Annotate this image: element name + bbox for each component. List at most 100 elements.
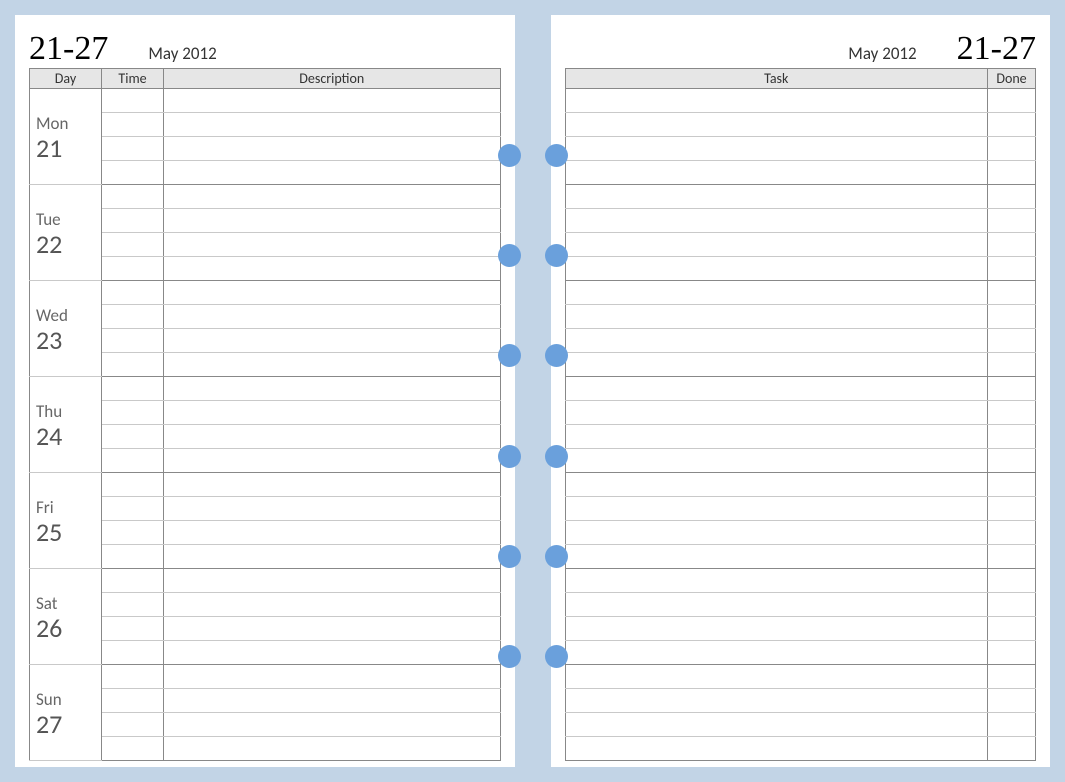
task-row[interactable] <box>565 737 1036 761</box>
time-cell[interactable] <box>102 713 164 737</box>
time-cell[interactable] <box>102 233 164 257</box>
time-cell[interactable] <box>102 305 164 329</box>
done-cell[interactable] <box>988 449 1036 473</box>
task-cell[interactable] <box>565 569 988 593</box>
done-cell[interactable] <box>988 713 1036 737</box>
description-cell[interactable] <box>164 329 501 353</box>
task-cell[interactable] <box>565 281 988 305</box>
task-cell[interactable] <box>565 353 988 377</box>
time-cell[interactable] <box>102 401 164 425</box>
schedule-row[interactable]: Wed23 <box>30 281 501 305</box>
task-cell[interactable] <box>565 257 988 281</box>
task-row[interactable] <box>565 281 1036 305</box>
time-cell[interactable] <box>102 425 164 449</box>
done-cell[interactable] <box>988 545 1036 569</box>
task-row[interactable] <box>565 641 1036 665</box>
time-cell[interactable] <box>102 617 164 641</box>
time-cell[interactable] <box>102 185 164 209</box>
description-cell[interactable] <box>164 137 501 161</box>
description-cell[interactable] <box>164 281 501 305</box>
time-cell[interactable] <box>102 257 164 281</box>
done-cell[interactable] <box>988 641 1036 665</box>
description-cell[interactable] <box>164 665 501 689</box>
done-cell[interactable] <box>988 401 1036 425</box>
task-cell[interactable] <box>565 209 988 233</box>
task-row[interactable] <box>565 689 1036 713</box>
task-row[interactable] <box>565 425 1036 449</box>
done-cell[interactable] <box>988 113 1036 137</box>
time-cell[interactable] <box>102 665 164 689</box>
time-cell[interactable] <box>102 473 164 497</box>
task-cell[interactable] <box>565 329 988 353</box>
done-cell[interactable] <box>988 305 1036 329</box>
done-cell[interactable] <box>988 209 1036 233</box>
description-cell[interactable] <box>164 641 501 665</box>
description-cell[interactable] <box>164 233 501 257</box>
done-cell[interactable] <box>988 137 1036 161</box>
task-cell[interactable] <box>565 449 988 473</box>
description-cell[interactable] <box>164 305 501 329</box>
schedule-row[interactable]: Fri25 <box>30 473 501 497</box>
task-row[interactable] <box>565 353 1036 377</box>
description-cell[interactable] <box>164 257 501 281</box>
done-cell[interactable] <box>988 161 1036 185</box>
task-row[interactable] <box>565 209 1036 233</box>
time-cell[interactable] <box>102 521 164 545</box>
done-cell[interactable] <box>988 473 1036 497</box>
task-row[interactable] <box>565 89 1036 113</box>
task-cell[interactable] <box>565 737 988 761</box>
task-row[interactable] <box>565 329 1036 353</box>
task-row[interactable] <box>565 113 1036 137</box>
time-cell[interactable] <box>102 89 164 113</box>
done-cell[interactable] <box>988 185 1036 209</box>
task-row[interactable] <box>565 161 1036 185</box>
description-cell[interactable] <box>164 377 501 401</box>
done-cell[interactable] <box>988 377 1036 401</box>
task-row[interactable] <box>565 449 1036 473</box>
time-cell[interactable] <box>102 593 164 617</box>
done-cell[interactable] <box>988 665 1036 689</box>
done-cell[interactable] <box>988 737 1036 761</box>
done-cell[interactable] <box>988 89 1036 113</box>
task-cell[interactable] <box>565 545 988 569</box>
description-cell[interactable] <box>164 113 501 137</box>
time-cell[interactable] <box>102 281 164 305</box>
done-cell[interactable] <box>988 353 1036 377</box>
task-row[interactable] <box>565 377 1036 401</box>
task-row[interactable] <box>565 137 1036 161</box>
description-cell[interactable] <box>164 569 501 593</box>
task-row[interactable] <box>565 305 1036 329</box>
time-cell[interactable] <box>102 137 164 161</box>
description-cell[interactable] <box>164 449 501 473</box>
description-cell[interactable] <box>164 89 501 113</box>
task-row[interactable] <box>565 257 1036 281</box>
task-row[interactable] <box>565 569 1036 593</box>
description-cell[interactable] <box>164 737 501 761</box>
task-cell[interactable] <box>565 233 988 257</box>
description-cell[interactable] <box>164 617 501 641</box>
task-cell[interactable] <box>565 185 988 209</box>
task-cell[interactable] <box>565 305 988 329</box>
time-cell[interactable] <box>102 737 164 761</box>
task-cell[interactable] <box>565 689 988 713</box>
description-cell[interactable] <box>164 401 501 425</box>
schedule-row[interactable]: Sat26 <box>30 569 501 593</box>
task-cell[interactable] <box>565 401 988 425</box>
done-cell[interactable] <box>988 521 1036 545</box>
schedule-row[interactable]: Mon21 <box>30 89 501 113</box>
description-cell[interactable] <box>164 545 501 569</box>
description-cell[interactable] <box>164 161 501 185</box>
task-row[interactable] <box>565 473 1036 497</box>
time-cell[interactable] <box>102 209 164 233</box>
description-cell[interactable] <box>164 209 501 233</box>
time-cell[interactable] <box>102 449 164 473</box>
task-row[interactable] <box>565 713 1036 737</box>
done-cell[interactable] <box>988 233 1036 257</box>
done-cell[interactable] <box>988 329 1036 353</box>
description-cell[interactable] <box>164 497 501 521</box>
time-cell[interactable] <box>102 545 164 569</box>
time-cell[interactable] <box>102 329 164 353</box>
description-cell[interactable] <box>164 185 501 209</box>
task-cell[interactable] <box>565 497 988 521</box>
done-cell[interactable] <box>988 569 1036 593</box>
